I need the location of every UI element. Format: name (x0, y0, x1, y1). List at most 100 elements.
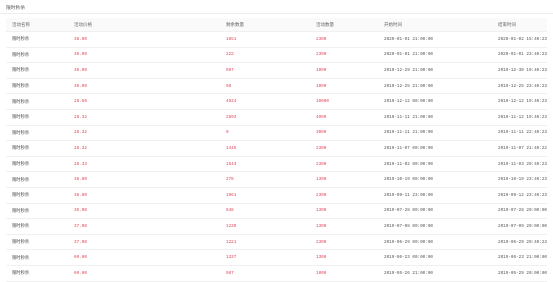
table-row[interactable]: 限时秒杀 38.00 1961 2300 2019-09-11 23:00:00 2019… (6, 187, 547, 204)
cell-start-time: 2019-05-26 21:00:00 (378, 265, 492, 282)
cell-name: 限时秒杀 (6, 125, 68, 142)
cell-price: 38.00 (68, 187, 220, 204)
cell-end-time: 2019-11-07 21:40:22 (492, 140, 547, 157)
cell-start-time: 2019-09-11 23:00:00 (378, 187, 492, 204)
cell-end-time: 2019-12-30 19:40:23 (492, 62, 547, 79)
table-row[interactable]: 限时秒杀 28.32 2893 4000 2019-11-11 21:00:00 2019… (6, 109, 547, 126)
table-row[interactable]: 限时秒杀 38.00 278 1300 2019-10-19 00:00:00 2019-… (6, 171, 547, 188)
cell-end-time: 2019-06-29 20:40:23 (492, 234, 547, 251)
cell-quantity: 2300 (310, 156, 378, 173)
cell-start-time: 2020-01-01 21:00:00 (378, 47, 492, 64)
cell-remaining: 848 (220, 203, 310, 220)
column-header-start-time[interactable]: 开始时间 (378, 18, 492, 32)
cell-name: 限时秒杀 (6, 203, 68, 220)
cell-price: 37.00 (68, 218, 220, 235)
cell-name: 限时秒杀 (6, 218, 68, 235)
table-row[interactable]: 限时秒杀 38.00 222 2300 2020-01-01 21:00:00 2020-… (6, 47, 547, 64)
cell-name: 限时秒杀 (6, 249, 68, 266)
cell-quantity: 2300 (310, 31, 378, 48)
cell-end-time: 2019-07-09 20:00:00 (492, 218, 547, 235)
cell-start-time: 2019-11-11 21:00:00 (378, 109, 492, 126)
cell-end-time: 2019-06-23 21:00:00 (492, 249, 547, 266)
column-header-remaining[interactable]: 剩余数量 (220, 18, 310, 32)
table-row[interactable]: 限时秒杀 35.00 848 1300 2019-07-28 00:00:00 2019-… (6, 203, 547, 220)
table-row[interactable]: 限时秒杀 28.50 4924 10000 2019-12-12 00:00:00 201… (6, 93, 547, 110)
cell-name: 限时秒杀 (6, 31, 68, 48)
cell-remaining: 222 (220, 47, 310, 64)
cell-price: 28.50 (68, 93, 220, 110)
cell-price: 35.00 (68, 203, 220, 220)
cell-quantity: 3000 (310, 125, 378, 142)
cell-remaining: 1851 (220, 31, 310, 48)
cell-quantity: 2300 (310, 140, 378, 157)
cell-start-time: 2019-12-29 21:00:00 (378, 62, 492, 79)
table-row[interactable]: 限时秒杀 28.32 0 3000 2019-11-11 21:00:00 2019-11… (6, 125, 547, 142)
cell-end-time: 2019-07-28 20:00:00 (492, 203, 547, 220)
cell-quantity: 1300 (310, 203, 378, 220)
cell-name: 限时秒杀 (6, 62, 68, 79)
flash-sale-table: 活动名称 活动价格 剩余数量 活动数量 开始时间 结束时间 限时秒杀 38.00 1… (6, 18, 547, 282)
cell-quantity: 2300 (310, 234, 378, 251)
cell-remaining: 987 (220, 265, 310, 282)
cell-remaining: 1239 (220, 218, 310, 235)
cell-remaining: 1221 (220, 234, 310, 251)
cell-start-time: 2019-07-28 00:00:00 (378, 203, 492, 220)
cell-name: 限时秒杀 (6, 78, 68, 95)
table-row[interactable]: 限时秒杀 38.00 98 1000 2019-12-25 21:00:00 2019-1… (6, 78, 547, 95)
cell-price: 38.00 (68, 171, 220, 188)
table-row[interactable]: 限时秒杀 37.00 1239 1300 2019-07-08 00:00:00 2019… (6, 218, 547, 235)
cell-start-time: 2019-11-11 21:00:00 (378, 125, 492, 142)
cell-remaining: 1543 (220, 156, 310, 173)
cell-quantity: 1300 (310, 171, 378, 188)
cell-price: 37.00 (68, 234, 220, 251)
cell-end-time: 2019-11-03 20:40:23 (492, 156, 547, 173)
cell-start-time: 2019-10-19 00:00:00 (378, 171, 492, 188)
cell-quantity: 2300 (310, 47, 378, 64)
column-header-quantity[interactable]: 活动数量 (310, 18, 378, 32)
cell-price: 38.00 (68, 47, 220, 64)
cell-quantity: 1000 (310, 78, 378, 95)
column-header-price[interactable]: 活动价格 (68, 18, 220, 32)
panel-title: 限时秒杀 (6, 6, 26, 11)
cell-name: 限时秒杀 (6, 265, 68, 282)
cell-price: 38.00 (68, 31, 220, 48)
cell-name: 限时秒杀 (6, 187, 68, 204)
cell-end-time: 2020-01-01 23:40:23 (492, 47, 547, 64)
flash-sale-panel: 限时秒杀 活动名称 活动价格 剩余数量 活动数量 开始时间 结束时间 限时秒杀 3… (0, 0, 553, 282)
cell-remaining: 1337 (220, 249, 310, 266)
column-header-end-time[interactable]: 结束时间 (492, 18, 547, 32)
cell-start-time: 2019-11-07 00:00:00 (378, 140, 492, 157)
cell-start-time: 2019-11-02 00:00:00 (378, 156, 492, 173)
cell-quantity: 1300 (310, 218, 378, 235)
table-row[interactable]: 限时秒杀 37.00 1221 2300 2019-06-29 00:00:00 2019… (6, 234, 547, 251)
cell-remaining: 98 (220, 78, 310, 95)
cell-start-time: 2020-01-01 21:00:00 (378, 31, 492, 48)
cell-start-time: 2019-06-23 00:00:00 (378, 249, 492, 266)
title-divider (0, 13, 553, 14)
cell-start-time: 2019-06-29 00:00:00 (378, 234, 492, 251)
table-row[interactable]: 限时秒杀 28.32 1445 2300 2019-11-07 00:00:00 2019… (6, 140, 547, 157)
cell-name: 限时秒杀 (6, 156, 68, 173)
cell-start-time: 2019-12-25 21:00:00 (378, 78, 492, 95)
table-row[interactable]: 限时秒杀 38.00 1851 2300 2020-01-01 21:00:00 2020… (6, 31, 547, 48)
cell-price: 28.32 (68, 125, 220, 142)
cell-remaining: 278 (220, 171, 310, 188)
cell-name: 限时秒杀 (6, 234, 68, 251)
table-row[interactable]: 限时秒杀 38.00 987 1000 2019-12-29 21:00:00 2019-… (6, 62, 547, 79)
cell-end-time: 2019-05-29 20:00:00 (492, 265, 547, 282)
table-row[interactable]: 限时秒杀 60.00 1337 1300 2019-06-23 00:00:00 2019… (6, 249, 547, 266)
cell-price: 28.32 (68, 140, 220, 157)
cell-quantity: 1300 (310, 249, 378, 266)
cell-price: 28.33 (68, 156, 220, 173)
table-row[interactable]: 限时秒杀 60.00 987 1000 2019-05-26 21:00:00 2019-… (6, 265, 547, 282)
cell-remaining: 987 (220, 62, 310, 79)
table-row[interactable]: 限时秒杀 28.33 1543 2300 2019-11-02 00:00:00 2019… (6, 156, 547, 173)
cell-quantity: 1000 (310, 62, 378, 79)
cell-name: 限时秒杀 (6, 109, 68, 126)
table-header-row: 活动名称 活动价格 剩余数量 活动数量 开始时间 结束时间 (6, 18, 547, 32)
cell-end-time: 2019-11-12 19:40:23 (492, 109, 547, 126)
cell-remaining: 4924 (220, 93, 310, 110)
column-header-name[interactable]: 活动名称 (6, 18, 68, 32)
cell-quantity: 4000 (310, 109, 378, 126)
cell-price: 38.00 (68, 62, 220, 79)
